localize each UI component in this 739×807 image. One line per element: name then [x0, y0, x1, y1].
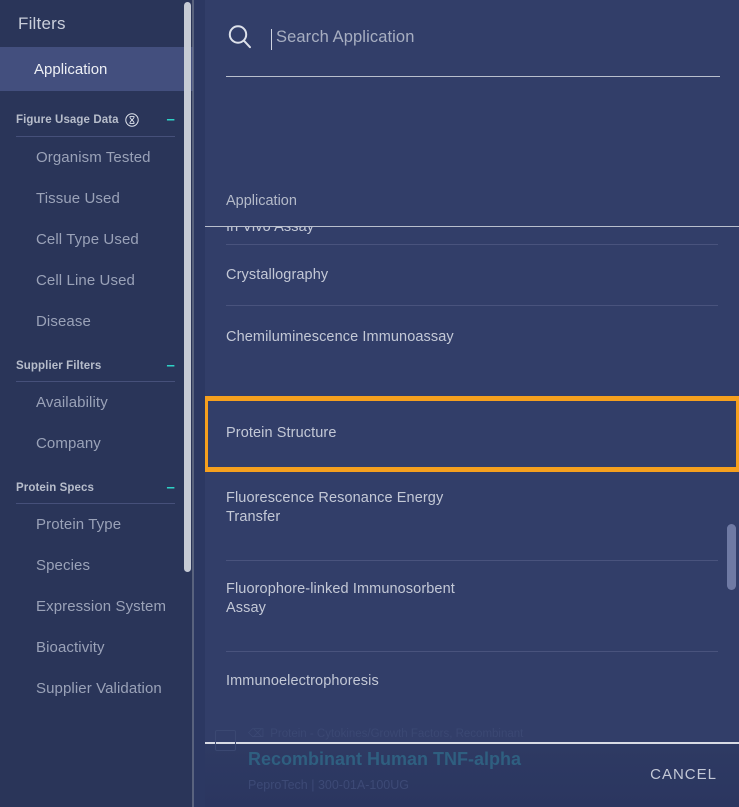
row-products-count: 7 — [705, 227, 739, 235]
sidebar-item-availability[interactable]: Availability — [16, 382, 175, 423]
sidebar-item-species[interactable]: Species — [16, 545, 175, 586]
background-card-title: Recombinant Human TNF-alpha — [248, 749, 522, 769]
table-row[interactable]: Fluorophore-linked Immunosorbent Assay 1… — [205, 561, 739, 652]
products-icon — [705, 178, 739, 206]
text-caret — [271, 28, 272, 50]
modal-footer: ⌫ Protein - Cytokines/Growth Factors, Rec… — [205, 728, 739, 807]
table-row[interactable]: Crystallography 267 255 — [205, 245, 739, 306]
row-application-name: Fluorophore-linked Immunosorbent Assay — [226, 581, 455, 616]
row-products-count: 103 — [705, 672, 739, 689]
sidebar-item-cell-type-used[interactable]: Cell Type Used — [16, 219, 175, 260]
table-header: Application Products With Published Figu… — [205, 176, 739, 227]
sidebar-title: Filters — [18, 14, 66, 33]
search-icon — [225, 22, 255, 52]
sidebar-item-tissue-used[interactable]: Tissue Used — [16, 178, 175, 219]
sidebar-item-disease[interactable]: Disease — [16, 301, 175, 342]
sidebar-group-label: Protein Specs — [16, 482, 94, 494]
row-application-name: Chemiluminescence Immunoassay — [226, 329, 454, 345]
table-row[interactable]: Immunoelectrophoresis 103 0 — [205, 652, 739, 722]
row-products-count: 248 — [705, 328, 739, 345]
sidebar-item-protein-type[interactable]: Protein Type — [16, 504, 175, 545]
sidebar-group-figure-usage-data: Figure Usage Data – Organism Tested Tiss… — [0, 112, 193, 342]
sidebar-group-header[interactable]: Protein Specs – — [16, 480, 175, 495]
sidebar-group-protein-specs: Protein Specs – Protein Type Species Exp… — [0, 480, 193, 709]
sidebar-group-label: Figure Usage Data — [16, 114, 119, 126]
row-products-count: 231 — [705, 424, 739, 441]
column-header-products: Products — [705, 178, 739, 222]
collapse-toggle-icon[interactable]: – — [167, 112, 175, 127]
table-row[interactable]: Fluorescence Resonance Energy Transfer 1… — [205, 470, 739, 561]
sidebar-group-label: Supplier Filters — [16, 360, 102, 372]
row-products-count: 267 — [705, 266, 739, 283]
sidebar-item-label: Application — [34, 60, 108, 78]
collapse-toggle-icon[interactable]: – — [167, 358, 175, 373]
sidebar-group-header[interactable]: Figure Usage Data – — [16, 112, 175, 127]
filters-sidebar: Filters Application Figure Usage Data – … — [0, 0, 193, 807]
sidebar-group-header[interactable]: Supplier Filters – — [16, 358, 175, 373]
row-application-name: Crystallography — [226, 267, 329, 283]
row-application-name: In Vivo Assay — [226, 227, 315, 235]
sidebar-item-bioactivity[interactable]: Bioactivity — [16, 627, 175, 668]
background-card-sku: PeproTech | 300-01A-100UG — [248, 778, 409, 792]
table-row[interactable]: In Vivo Assay 7 72 — [205, 227, 739, 245]
sidebar-item-supplier-validation[interactable]: Supplier Validation — [16, 668, 175, 709]
protein-circle-icon — [124, 113, 139, 127]
column-header-application: Application — [226, 193, 297, 209]
sidebar-item-expression-system[interactable]: Expression System — [16, 586, 175, 627]
row-application-name: Fluorescence Resonance Energy Transfer — [226, 490, 444, 525]
sidebar-item-organism-tested[interactable]: Organism Tested — [16, 137, 175, 178]
sidebar-item-company[interactable]: Company — [16, 423, 175, 464]
row-application-name: Protein Structure — [226, 425, 337, 441]
collapse-toggle-icon[interactable]: – — [167, 480, 175, 495]
search-underline — [226, 76, 720, 77]
sidebar-item-application[interactable]: Application — [0, 47, 193, 91]
search-row: Search Application — [225, 22, 720, 52]
table-row[interactable]: Chemiluminescence Immunoassay 248 1 — [205, 306, 739, 398]
sidebar-scrollbar-track[interactable] — [192, 0, 194, 807]
cancel-button[interactable]: CANCEL — [650, 766, 717, 783]
sidebar-group-supplier-filters: Supplier Filters – Availability Company — [0, 358, 193, 464]
sidebar-item-cell-line-used[interactable]: Cell Line Used — [16, 260, 175, 301]
table-row-protein-structure[interactable]: Protein Structure 231 231 — [205, 396, 739, 472]
application-list[interactable]: In Vivo Assay 7 72 Crystallography 267 2… — [205, 227, 739, 742]
row-application-name: Immunoelectrophoresis — [226, 673, 379, 689]
row-products-count: 170 — [705, 489, 739, 506]
search-input[interactable]: Search Application — [271, 27, 720, 50]
modal-scrollbar-thumb[interactable] — [727, 524, 736, 590]
search-input-placeholder: Search Application — [276, 27, 415, 46]
sidebar-scrollbar-thumb[interactable] — [184, 2, 191, 572]
app-root: PRODUCTS( 2.3 M )FIGURES( 2.3 M ) ⌫Prote… — [0, 0, 739, 807]
